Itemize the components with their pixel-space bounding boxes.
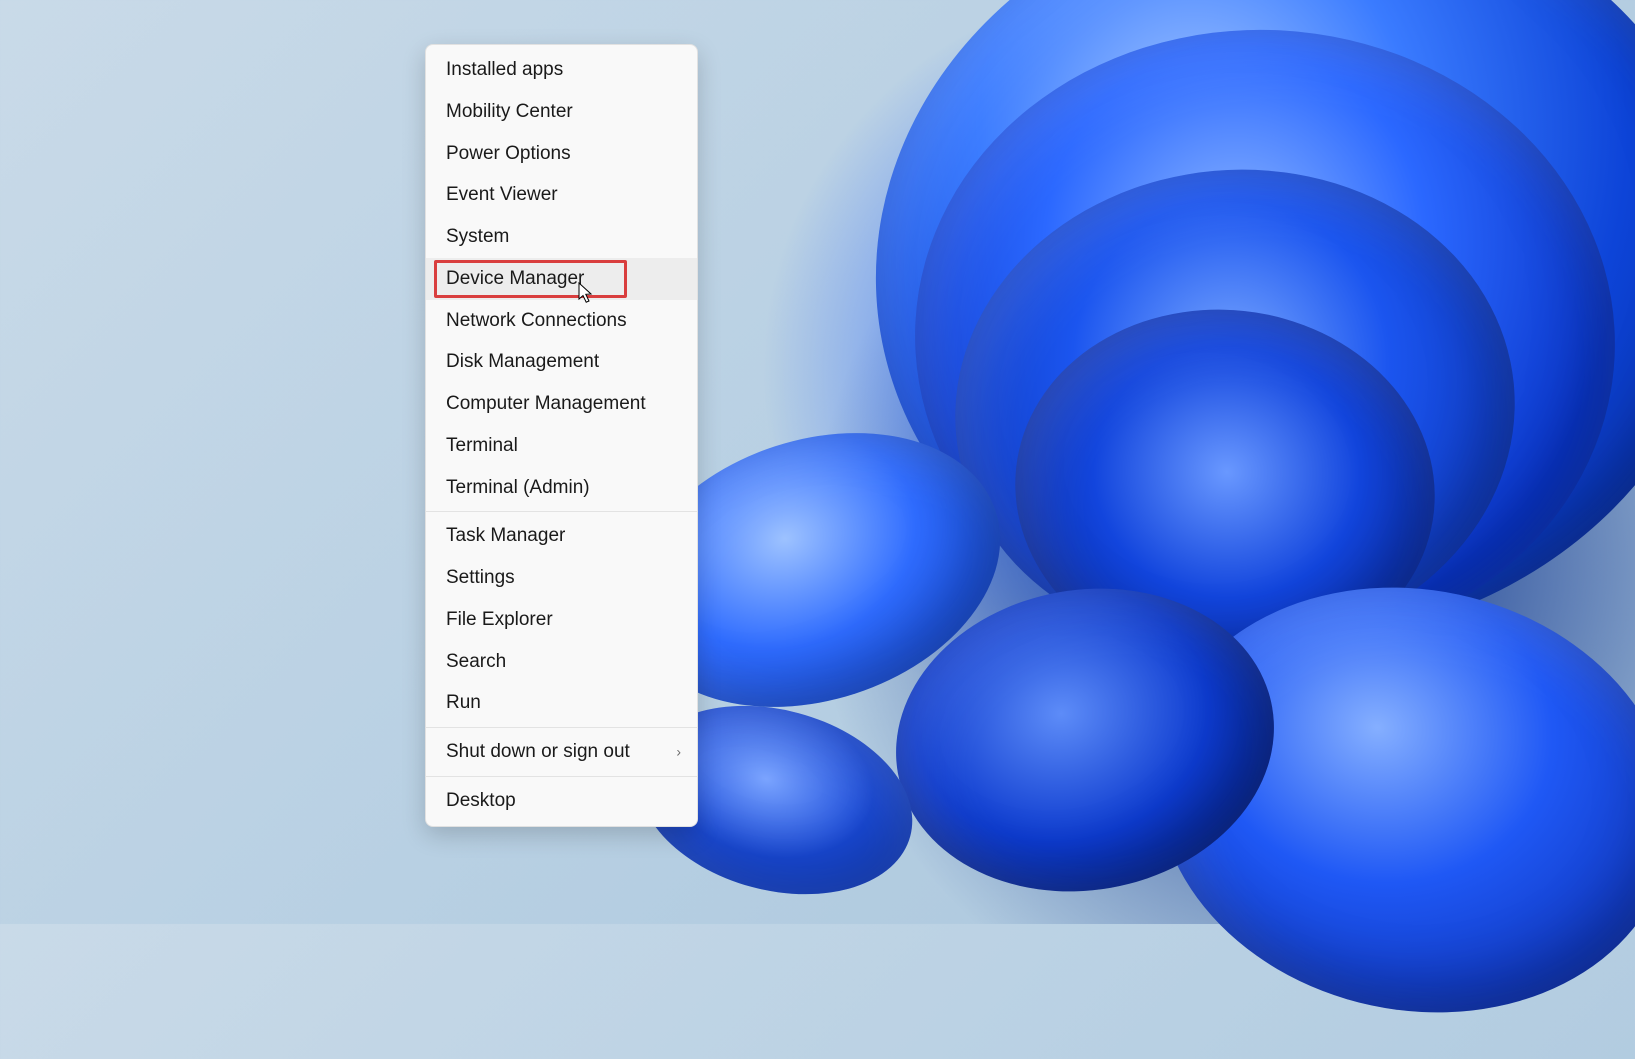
menu-item-disk-management[interactable]: Disk Management	[426, 341, 697, 383]
menu-separator	[426, 727, 697, 728]
menu-item-settings[interactable]: Settings	[426, 557, 697, 599]
menu-item-installed-apps[interactable]: Installed apps	[426, 49, 697, 91]
menu-item-shut-down[interactable]: Shut down or sign out ›	[426, 731, 697, 773]
menu-item-system[interactable]: System	[426, 216, 697, 258]
menu-item-label: Disk Management	[446, 351, 599, 372]
menu-item-task-manager[interactable]: Task Manager	[426, 515, 697, 557]
menu-item-search[interactable]: Search	[426, 641, 697, 683]
menu-separator	[426, 511, 697, 512]
menu-item-label: Installed apps	[446, 59, 563, 80]
menu-item-desktop[interactable]: Desktop	[426, 780, 697, 822]
menu-item-label: Settings	[446, 567, 515, 588]
menu-item-label: Mobility Center	[446, 101, 573, 122]
menu-separator	[426, 776, 697, 777]
menu-item-label: Terminal (Admin)	[446, 477, 590, 498]
menu-item-file-explorer[interactable]: File Explorer	[426, 599, 697, 641]
winx-context-menu: Installed apps Mobility Center Power Optio…	[425, 44, 698, 827]
menu-item-label: Run	[446, 692, 481, 713]
menu-item-mobility-center[interactable]: Mobility Center	[426, 91, 697, 133]
menu-item-device-manager[interactable]: Device Manager	[426, 258, 697, 300]
menu-item-label: Computer Management	[446, 393, 646, 414]
desktop-wallpaper	[0, 0, 1635, 924]
menu-item-network-connections[interactable]: Network Connections	[426, 300, 697, 342]
menu-item-terminal[interactable]: Terminal	[426, 425, 697, 467]
menu-item-label: Terminal	[446, 435, 518, 456]
menu-item-label: Search	[446, 651, 506, 672]
menu-item-label: Device Manager	[446, 268, 584, 289]
menu-item-label: File Explorer	[446, 609, 553, 630]
menu-item-label: Shut down or sign out	[446, 741, 630, 762]
menu-item-label: Power Options	[446, 143, 571, 164]
menu-item-label: Desktop	[446, 790, 516, 811]
menu-item-label: System	[446, 226, 509, 247]
menu-item-label: Network Connections	[446, 310, 627, 331]
menu-item-label: Event Viewer	[446, 184, 558, 205]
chevron-right-icon: ›	[676, 743, 681, 761]
menu-item-event-viewer[interactable]: Event Viewer	[426, 174, 697, 216]
menu-item-power-options[interactable]: Power Options	[426, 133, 697, 175]
menu-item-label: Task Manager	[446, 525, 565, 546]
menu-item-terminal-admin[interactable]: Terminal (Admin)	[426, 467, 697, 509]
menu-item-run[interactable]: Run	[426, 682, 697, 724]
menu-item-computer-management[interactable]: Computer Management	[426, 383, 697, 425]
